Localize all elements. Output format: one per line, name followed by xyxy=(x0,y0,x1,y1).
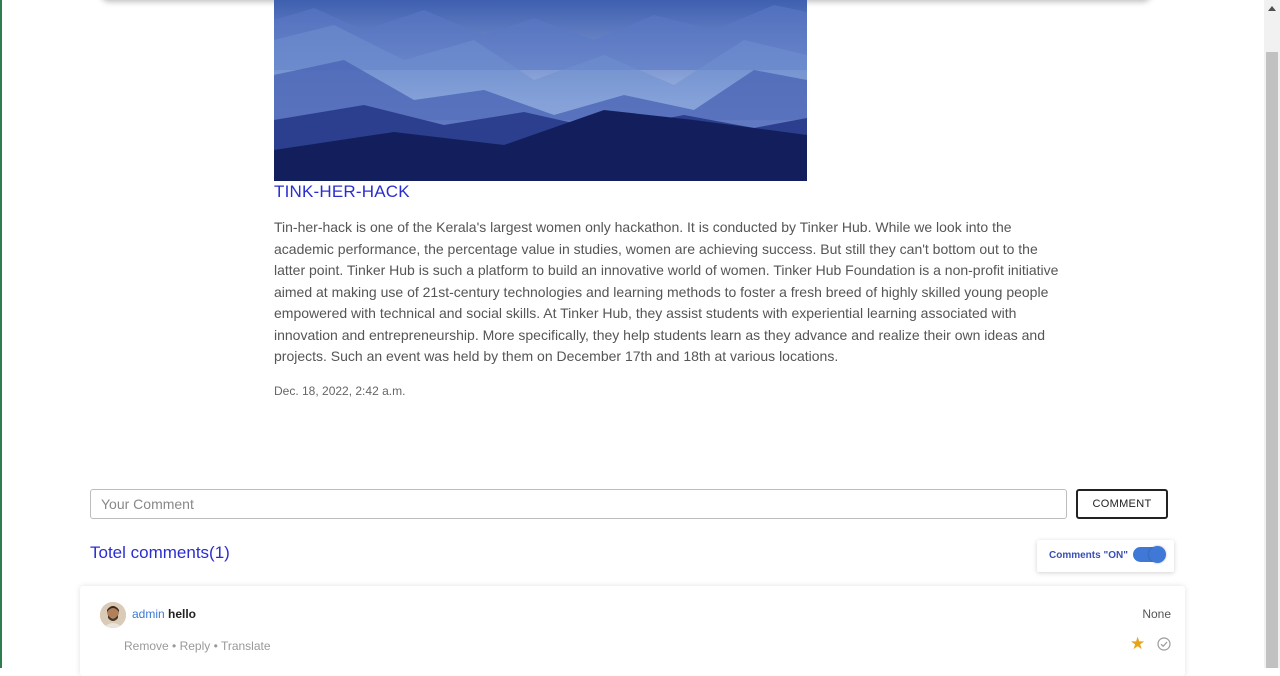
translate-link[interactable]: Translate xyxy=(221,639,271,653)
toggle-knob xyxy=(1149,546,1166,563)
post-date: Dec. 18, 2022, 2:42 a.m. xyxy=(274,384,406,398)
window-left-edge xyxy=(0,0,2,668)
comment-status: None xyxy=(1142,607,1171,621)
comments-toggle-card: Comments "ON" xyxy=(1037,540,1174,572)
comments-toggle-switch[interactable] xyxy=(1133,546,1166,563)
action-separator: • xyxy=(213,639,221,653)
action-separator: • xyxy=(172,639,180,653)
scrollbar-thumb[interactable] xyxy=(1266,52,1278,668)
total-comments-label: Totel comments(1) xyxy=(90,543,230,562)
avatar xyxy=(100,602,126,628)
vertical-scrollbar[interactable] xyxy=(1264,0,1280,668)
comment-text: hello xyxy=(168,607,197,621)
comments-toggle-label: Comments "ON" xyxy=(1049,550,1128,561)
comment-author-link[interactable]: admin xyxy=(132,607,165,621)
comment-actions: Remove • Reply • Translate xyxy=(124,639,271,653)
post-hero-image xyxy=(274,0,807,181)
comment-button[interactable]: COMMENT xyxy=(1076,489,1168,519)
comment-input[interactable] xyxy=(90,489,1067,519)
comment-item: admin hello None Remove • Reply • Transl… xyxy=(80,586,1185,676)
check-circle-icon[interactable] xyxy=(1157,637,1171,656)
reply-link[interactable]: Reply xyxy=(180,639,211,653)
remove-link[interactable]: Remove xyxy=(124,639,169,653)
post-body: Tin-her-hack is one of the Kerala's larg… xyxy=(274,219,1059,364)
star-icon[interactable]: ★ xyxy=(1130,635,1145,652)
post-title: TINK-HER-HACK xyxy=(274,182,410,201)
scroll-up-icon[interactable] xyxy=(1268,6,1276,11)
